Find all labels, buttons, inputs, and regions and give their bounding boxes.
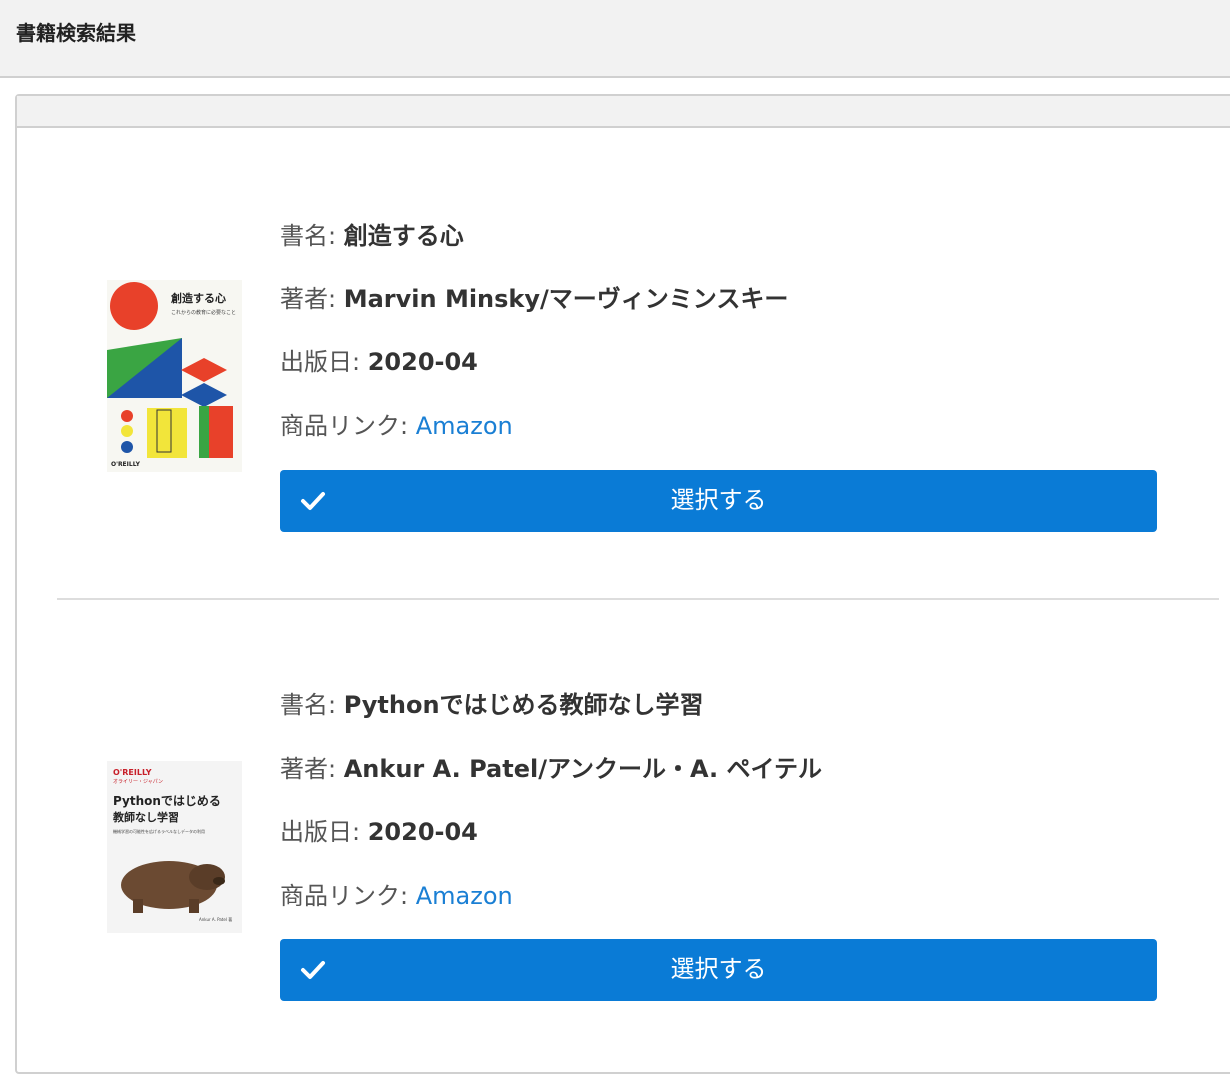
cover-art: 創造する心 これからの教育に必要なこと O'REILLY [107, 280, 242, 472]
book-title: 創造する心 [343, 222, 464, 250]
cover-art: O'REILLY オライリー・ジャパン Pythonではじめる 教師なし学習 機… [107, 761, 242, 933]
book-date-label: 出版日: [280, 818, 368, 846]
book-date-row: 出版日: 2020-04 [280, 817, 478, 847]
page-title: 書籍検索結果 [16, 21, 136, 45]
book-author-label: 著者: [280, 285, 344, 313]
book-title-row: 書名: Pythonではじめる教師なし学習 [280, 690, 704, 720]
book-title-row: 書名: 創造する心 [280, 221, 464, 251]
select-button-label: 選択する [670, 955, 767, 983]
book-author: Marvin Minsky/マーヴィンミンスキー [343, 285, 789, 313]
cover-title-line1: Pythonではじめる [113, 794, 221, 808]
book-cover-image[interactable]: 創造する心 これからの教育に必要なこと O'REILLY [107, 280, 242, 472]
cover-author: Ankur A. Patel 著 [199, 916, 232, 922]
select-button[interactable]: 選択する [280, 939, 1157, 1001]
cover-publisher: O'REILLY [113, 768, 152, 777]
book-title-label: 書名: [280, 222, 344, 250]
book-link-label: 商品リンク: [280, 882, 416, 910]
book-author: Ankur A. Patel/アンクール・A. ペイテル [343, 755, 823, 783]
cover-subtitle: 機械学習の可能性を広げるラベルなしデータの利用 [113, 828, 205, 834]
results-panel: 創造する心 これからの教育に必要なこと O'REILLY 書名: 創造する心 著… [15, 94, 1230, 1074]
amazon-link[interactable]: Amazon [416, 882, 513, 910]
book-date-label: 出版日: [280, 348, 368, 376]
cover-publisher: O'REILLY [111, 461, 141, 468]
cover-subtitle: これからの教育に必要なこと [171, 309, 236, 316]
amazon-link[interactable]: Amazon [416, 412, 513, 440]
panel-header [17, 96, 1230, 128]
book-title-label: 書名: [280, 691, 344, 719]
book-date: 2020-04 [367, 818, 478, 846]
select-button-label: 選択する [670, 486, 767, 514]
book-cover-image[interactable]: O'REILLY オライリー・ジャパン Pythonではじめる 教師なし学習 機… [107, 761, 242, 953]
cover-publisher-sub: オライリー・ジャパン [113, 779, 163, 785]
book-link-label: 商品リンク: [280, 412, 416, 440]
book-link-row: 商品リンク: Amazon [280, 881, 513, 911]
book-author-row: 著者: Marvin Minsky/マーヴィンミンスキー [280, 284, 788, 314]
book-date-row: 出版日: 2020-04 [280, 347, 478, 377]
cover-title-line2: 教師なし学習 [112, 810, 179, 824]
book-link-row: 商品リンク: Amazon [280, 411, 513, 441]
select-button[interactable]: 選択する [280, 470, 1157, 532]
book-title: Pythonではじめる教師なし学習 [343, 691, 704, 719]
book-author-label: 著者: [280, 755, 344, 783]
book-divider [57, 598, 1219, 600]
book-author-row: 著者: Ankur A. Patel/アンクール・A. ペイテル [280, 754, 822, 784]
cover-title: 創造する心 [170, 291, 226, 305]
book-date: 2020-04 [367, 348, 478, 376]
page-header: 書籍検索結果 [0, 0, 1230, 78]
